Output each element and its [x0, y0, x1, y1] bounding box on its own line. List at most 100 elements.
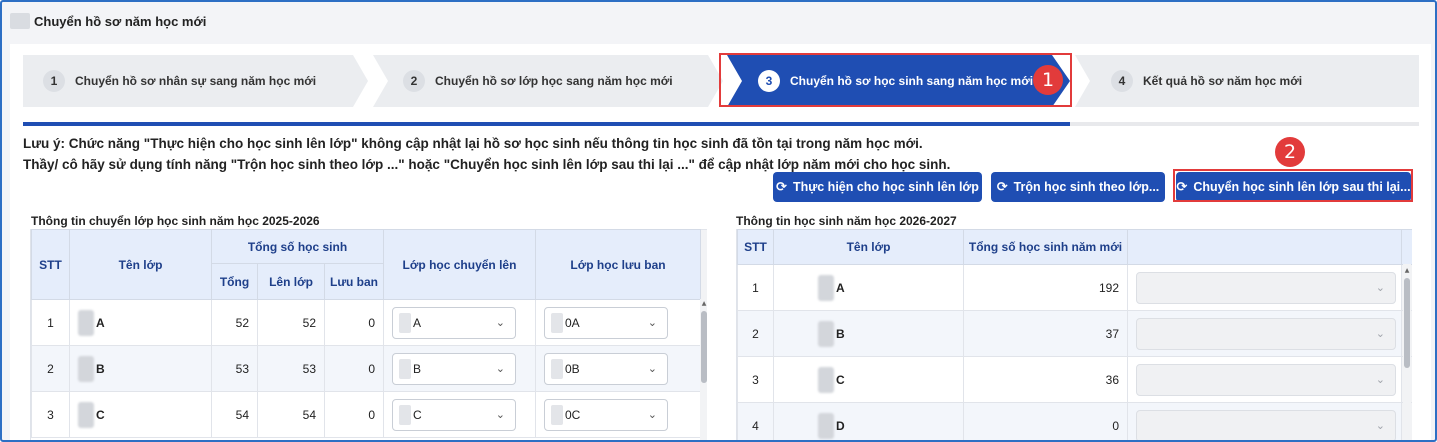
target-class-cell: C ⌄: [383, 391, 536, 438]
page-title: Chuyển hồ sơ năm học mới: [34, 13, 207, 29]
class-cell: B: [69, 345, 212, 392]
scroll-thumb[interactable]: [701, 311, 707, 383]
step-1[interactable]: 1 Chuyển hồ sơ nhân sự sang năm học mới: [23, 55, 368, 107]
left-table-container: STT Tên lớp Tổng số học sinh Lớp học chu…: [30, 229, 707, 440]
promote-students-button[interactable]: ⟳ Thực hiện cho học sinh lên lớp: [773, 172, 982, 202]
chevron-down-icon: ⌄: [1375, 326, 1385, 340]
chevron-down-icon: ⌄: [495, 361, 505, 375]
step-label: Chuyển hồ sơ lớp học sang năm học mới: [435, 74, 673, 88]
chevron-down-icon: ⌄: [495, 315, 505, 329]
table-row: 2 B 37 ⌄: [737, 310, 1412, 357]
left-table-title: Thông tin chuyển lớp học sinh năm học 20…: [31, 214, 320, 228]
class-select[interactable]: ⌄: [1136, 271, 1396, 304]
step-label: Kết quả hồ sơ năm học mới: [1143, 74, 1303, 88]
table-row: 4 D 0 ⌄: [737, 402, 1412, 440]
title-bar: Chuyển hồ sơ năm học mới: [4, 4, 1433, 38]
target-class-cell: B ⌄: [383, 345, 536, 392]
window-frame: Chuyển hồ sơ năm học mới 1 Chuyển hồ sơ …: [0, 0, 1437, 442]
col-class: Tên lớp: [773, 229, 964, 265]
col-total-group: Tổng số học sinh: [211, 229, 384, 264]
retained-cell: 0: [324, 345, 384, 392]
col-empty: [1127, 229, 1402, 265]
stt-cell: 1: [737, 264, 774, 311]
class-cell: D: [773, 402, 964, 440]
promoted-cell: 52: [257, 299, 325, 346]
stt-cell: 3: [31, 391, 70, 438]
new-total-cell: 0: [963, 402, 1128, 440]
stt-cell: 1: [31, 299, 70, 346]
col-scroll: [1401, 229, 1412, 265]
step-4[interactable]: 4 Kết quả hồ sơ năm học mới: [1075, 55, 1419, 107]
target-class-select[interactable]: C ⌄: [392, 398, 516, 431]
retained-class-cell: 0C ⌄: [535, 391, 701, 438]
notice-line-1: Lưu ý: Chức năng "Thực hiện cho học sinh…: [23, 136, 923, 151]
table-row: 2 B 53 53 0 B ⌄ 0B ⌄: [31, 345, 707, 392]
chevron-down-icon: ⌄: [1375, 280, 1385, 294]
scroll-up-icon[interactable]: ▲: [700, 300, 707, 307]
table-row: 3 C 54 54 0 C ⌄ 0C ⌄: [31, 391, 707, 438]
col-target-class: Lớp học chuyển lên: [383, 229, 536, 300]
right-table-scrollbar[interactable]: ▲: [1403, 264, 1411, 440]
chevron-down-icon: ⌄: [1375, 372, 1385, 386]
refresh-icon: ⟳: [996, 179, 1008, 195]
annotation-badge-1: 1: [1033, 65, 1063, 95]
retake-button-highlight: [1173, 169, 1413, 202]
step-number: 2: [403, 70, 425, 92]
target-class-select[interactable]: B ⌄: [392, 352, 516, 385]
step-number: 1: [43, 70, 65, 92]
total-cell: 52: [211, 299, 258, 346]
left-table-scrollbar[interactable]: ▲: [700, 299, 707, 440]
retained-class-select[interactable]: 0C ⌄: [544, 398, 668, 431]
class-cell: C: [69, 391, 212, 438]
class-select[interactable]: ⌄: [1136, 409, 1396, 440]
scroll-thumb[interactable]: [1404, 278, 1410, 368]
promote-students-label: Thực hiện cho học sinh lên lớp: [792, 180, 979, 194]
table-row: 1 A 52 52 0 A ⌄ 0A ⌄: [31, 299, 707, 346]
retained-class-cell: 0B ⌄: [535, 345, 701, 392]
merge-students-label: Trộn học sinh theo lớp...: [1013, 180, 1160, 194]
retained-class-select[interactable]: 0A ⌄: [544, 306, 668, 339]
target-class-select[interactable]: A ⌄: [392, 306, 516, 339]
step-label: Chuyển hồ sơ nhân sự sang năm học mới: [75, 74, 317, 88]
total-cell: 54: [211, 391, 258, 438]
table-row: 3 C 36 ⌄: [737, 356, 1412, 403]
table-row: 1 A 192 ⌄: [737, 264, 1412, 311]
class-select[interactable]: ⌄: [1136, 317, 1396, 350]
new-total-cell: 36: [963, 356, 1128, 403]
promoted-cell: 54: [257, 391, 325, 438]
class-select[interactable]: ⌄: [1136, 363, 1396, 396]
select-cell: ⌄: [1127, 402, 1402, 440]
col-new-total: Tổng số học sinh năm mới: [963, 229, 1128, 265]
step-2[interactable]: 2 Chuyển hồ sơ lớp học sang năm học mới: [373, 55, 723, 107]
stt-cell: 2: [31, 345, 70, 392]
app-logo: [10, 13, 30, 29]
retained-cell: 0: [324, 299, 384, 346]
col-total: Tổng: [211, 263, 258, 300]
class-cell: A: [773, 264, 964, 311]
select-cell: ⌄: [1127, 356, 1402, 403]
new-year-students-table: STT Tên lớp Tổng số học sinh năm mới 1 A…: [737, 229, 1412, 440]
right-table-container: STT Tên lớp Tổng số học sinh năm mới 1 A…: [736, 229, 1412, 440]
chevron-down-icon: ⌄: [1375, 418, 1385, 432]
stt-cell: 2: [737, 310, 774, 357]
promoted-cell: 53: [257, 345, 325, 392]
right-table-title: Thông tin học sinh năm học 2026-2027: [736, 214, 957, 228]
retained-cell: 0: [324, 391, 384, 438]
retained-class-select[interactable]: 0B ⌄: [544, 352, 668, 385]
target-class-cell: A ⌄: [383, 299, 536, 346]
class-transfer-table: STT Tên lớp Tổng số học sinh Lớp học chu…: [31, 229, 707, 438]
main-content: 1 Chuyển hồ sơ nhân sự sang năm học mới …: [10, 44, 1431, 440]
progress-fill: [23, 122, 1070, 126]
class-cell: B: [773, 310, 964, 357]
refresh-icon: ⟳: [776, 179, 787, 195]
chevron-down-icon: ⌄: [495, 407, 505, 421]
merge-students-button[interactable]: ⟳ Trộn học sinh theo lớp...: [991, 172, 1165, 202]
class-cell: A: [69, 299, 212, 346]
notice-text: Lưu ý: Chức năng "Thực hiện cho học sinh…: [23, 133, 950, 175]
scroll-up-icon[interactable]: ▲: [1403, 267, 1411, 274]
step-3-highlight: [719, 53, 1072, 107]
new-total-cell: 192: [963, 264, 1128, 311]
select-cell: ⌄: [1127, 264, 1402, 311]
col-promoted: Lên lớp: [257, 263, 325, 300]
stt-cell: 3: [737, 356, 774, 403]
